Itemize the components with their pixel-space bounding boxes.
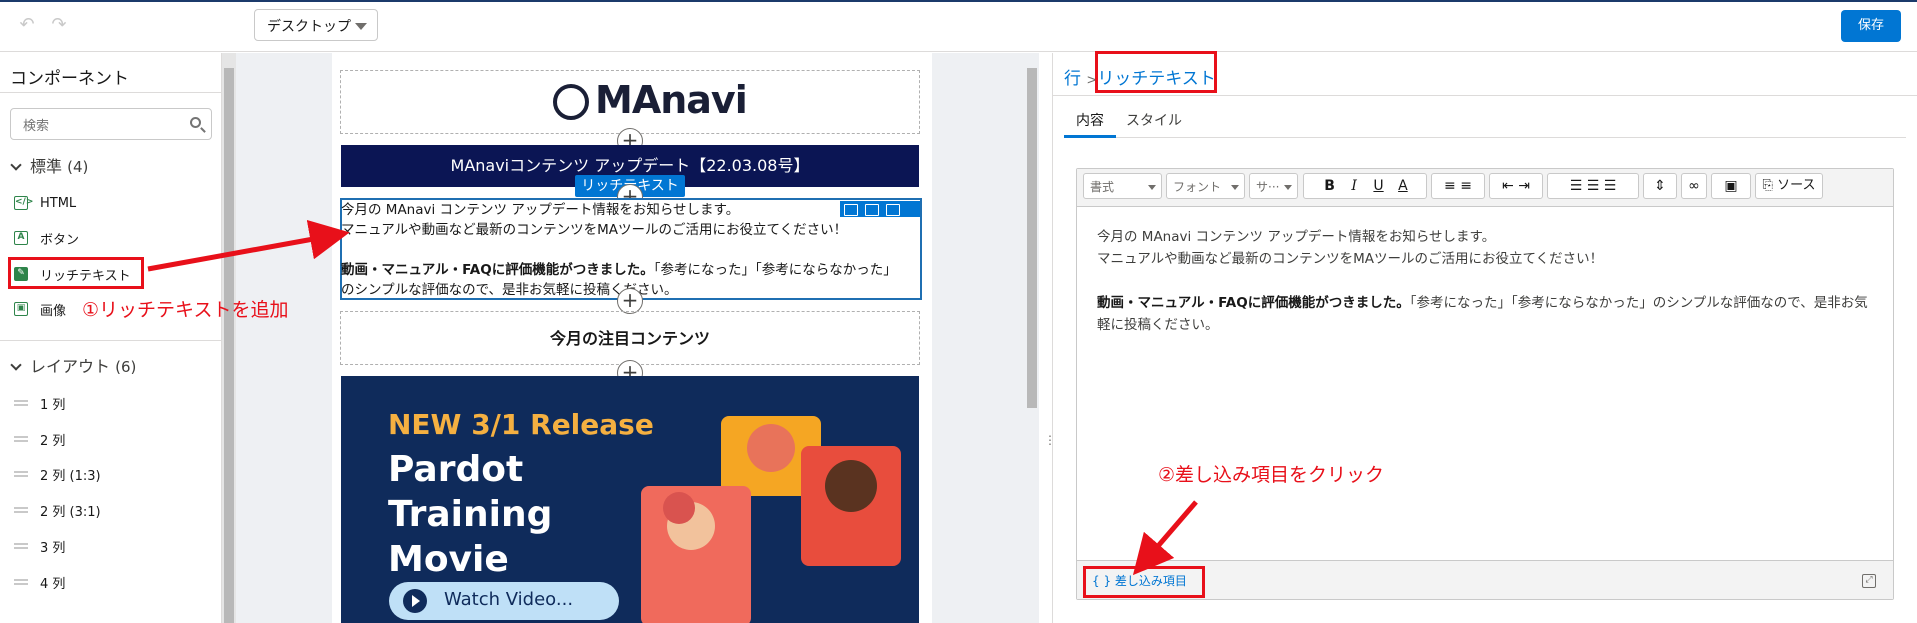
arrow-to-merge-fields bbox=[1132, 500, 1198, 576]
annotation-arrows bbox=[147, 219, 1198, 576]
arrow-to-canvas bbox=[147, 219, 350, 272]
